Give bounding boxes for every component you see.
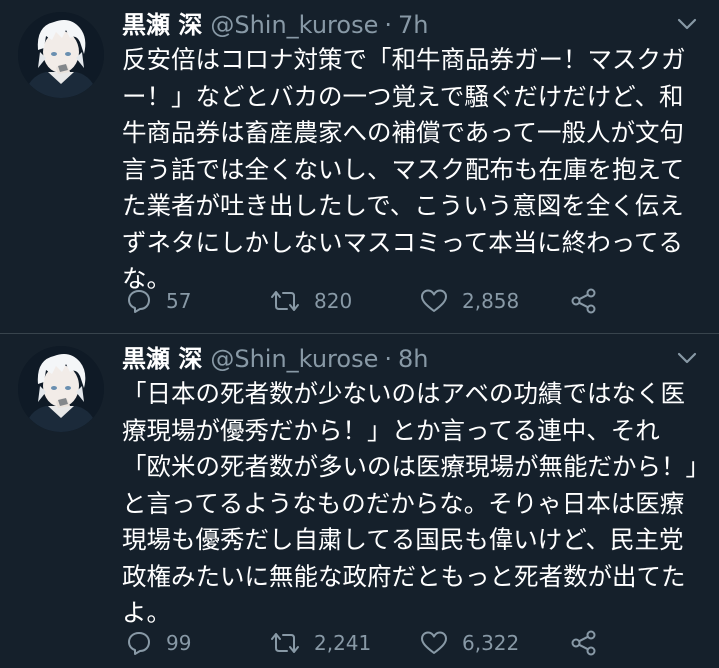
like-count: 2,858 xyxy=(462,289,520,313)
avatar[interactable] xyxy=(18,12,104,98)
reply-count: 57 xyxy=(166,289,192,313)
share-icon xyxy=(570,288,598,314)
tweet-header: 黒瀬 深 @Shin_kurose · 8h xyxy=(122,342,428,376)
tweet-actions: 99 2,241 6,322 xyxy=(122,626,622,660)
display-name[interactable]: 黒瀬 深 xyxy=(122,8,202,42)
tweet-text: 「日本の死者数が少ないのはアベの功績ではなく医療現場が優秀だから！」とか言ってる… xyxy=(122,379,698,627)
tweet-header: 黒瀬 深 @Shin_kurose · 7h xyxy=(122,8,428,42)
retweet-count: 2,241 xyxy=(314,631,372,655)
retweet-icon xyxy=(270,288,300,314)
reply-icon xyxy=(126,630,152,656)
user-handle[interactable]: @Shin_kurose xyxy=(210,342,378,376)
tweet-timestamp[interactable]: 7h xyxy=(398,8,428,42)
separator-dot: · xyxy=(384,345,392,373)
share-button[interactable] xyxy=(570,284,598,318)
retweet-button[interactable]: 820 xyxy=(270,284,352,318)
share-button[interactable] xyxy=(570,626,598,660)
retweet-button[interactable]: 2,241 xyxy=(270,626,371,660)
avatar[interactable] xyxy=(18,346,104,432)
user-handle[interactable]: @Shin_kurose xyxy=(210,8,378,42)
tweet-text: 反安倍はコロナ対策で「和牛商品券ガー！マスクガー！」などとバカの一つ覚えで騒ぐだ… xyxy=(122,45,686,293)
chevron-down-icon[interactable] xyxy=(675,346,699,370)
tweet[interactable]: 黒瀬 深 @Shin_kurose · 7h 反安倍はコロナ対策で「和牛商品券ガ… xyxy=(0,0,719,333)
retweet-count: 820 xyxy=(314,289,353,313)
retweet-icon xyxy=(270,630,300,656)
reply-icon xyxy=(126,288,152,314)
like-button[interactable]: 6,322 xyxy=(420,626,519,660)
display-name[interactable]: 黒瀬 深 xyxy=(122,342,202,376)
like-count: 6,322 xyxy=(462,631,520,655)
tweet[interactable]: 黒瀬 深 @Shin_kurose · 8h 「日本の死者数が少ないのはアベの功… xyxy=(0,334,719,668)
reply-button[interactable]: 99 xyxy=(126,626,191,660)
share-icon xyxy=(570,630,598,656)
heart-icon xyxy=(420,630,448,656)
tweet-actions: 57 820 2,858 xyxy=(122,284,622,318)
like-button[interactable]: 2,858 xyxy=(420,284,519,318)
chevron-down-icon[interactable] xyxy=(675,12,699,36)
reply-count: 99 xyxy=(166,631,192,655)
reply-button[interactable]: 57 xyxy=(126,284,191,318)
heart-icon xyxy=(420,288,448,314)
separator-dot: · xyxy=(384,11,392,39)
tweet-timestamp[interactable]: 8h xyxy=(398,342,428,376)
